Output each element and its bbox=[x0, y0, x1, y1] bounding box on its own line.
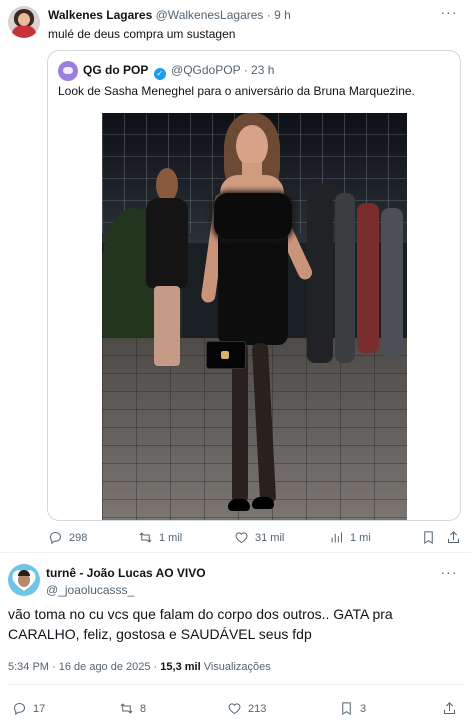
photo-main-person bbox=[200, 113, 332, 520]
like-button[interactable]: 213 bbox=[227, 701, 266, 716]
bookmark-icon bbox=[424, 531, 433, 545]
more-options-icon[interactable]: ··· bbox=[439, 564, 459, 580]
share-button[interactable] bbox=[442, 701, 457, 716]
bookmark-count: 3 bbox=[360, 702, 367, 715]
reply-icon bbox=[49, 531, 62, 545]
photo-background-person bbox=[144, 168, 190, 373]
share-icon bbox=[444, 702, 455, 714]
views-count: 1 mi bbox=[350, 531, 371, 544]
person-face bbox=[236, 125, 268, 167]
crowd-person bbox=[357, 203, 379, 353]
reply-views-count: 15,3 mil bbox=[160, 661, 201, 673]
avatar-shirt bbox=[12, 26, 36, 38]
bookmark-button[interactable] bbox=[421, 530, 436, 545]
display-name[interactable]: Walkenes Lagares bbox=[48, 8, 152, 22]
quoted-avatar[interactable] bbox=[58, 61, 78, 81]
avatar-hair bbox=[18, 570, 30, 576]
quoted-header: QG do POP ✓ @QGdoPOP · 23 h bbox=[83, 63, 274, 80]
repost-button[interactable]: 8 bbox=[119, 701, 146, 716]
quoted-photo[interactable] bbox=[102, 113, 407, 520]
reply-display-name[interactable]: turnê - João Lucas AO VIVO bbox=[46, 566, 206, 580]
tweet-header: Walkenes Lagares @WalkenesLagares · 9 h bbox=[48, 8, 291, 22]
timestamp[interactable]: 9 h bbox=[274, 8, 291, 22]
reply-button[interactable]: 298 bbox=[48, 530, 87, 545]
bg-person-legs bbox=[154, 286, 180, 366]
reply-meta: 5:34 PM · 16 de ago de 2025 · 15,3 mil V… bbox=[8, 661, 271, 673]
person-fur-top bbox=[214, 193, 292, 239]
reply-action-bar: 17 8 213 3 bbox=[12, 701, 462, 719]
analytics-icon bbox=[331, 532, 342, 543]
person-right-shoe bbox=[252, 497, 274, 509]
repost-count: 1 mil bbox=[159, 531, 183, 544]
tweet-text: mulé de deus compra um sustagen bbox=[48, 27, 236, 41]
tweet-divider bbox=[0, 552, 471, 553]
heart-icon bbox=[228, 703, 241, 715]
quoted-tweet-card[interactable]: QG do POP ✓ @QGdoPOP · 23 h Look de Sash… bbox=[47, 50, 461, 521]
share-button[interactable] bbox=[446, 530, 461, 545]
verified-badge-icon: ✓ bbox=[153, 68, 166, 80]
bookmark-button[interactable]: 3 bbox=[339, 701, 366, 716]
like-count: 31 mil bbox=[255, 531, 285, 544]
reply-timestamp[interactable]: 5:34 PM · 16 de ago de 2025 · bbox=[8, 661, 160, 673]
repost-button[interactable]: 1 mil bbox=[138, 530, 182, 545]
avatar-face bbox=[18, 13, 30, 26]
reply-handle[interactable]: @_joaolucasss_ bbox=[46, 583, 134, 597]
quoted-handle[interactable]: @QGdoPOP bbox=[171, 63, 240, 77]
bookmark-icon bbox=[342, 702, 351, 716]
reply-user-avatar[interactable] bbox=[8, 564, 40, 596]
repost-icon bbox=[120, 703, 133, 714]
bg-person-body bbox=[146, 198, 188, 288]
heart-icon bbox=[235, 532, 248, 544]
handle[interactable]: @WalkenesLagares bbox=[156, 8, 264, 22]
meta-divider bbox=[8, 684, 464, 685]
bg-person-head bbox=[156, 168, 178, 202]
reply-count: 17 bbox=[33, 702, 46, 715]
more-options-icon[interactable]: ··· bbox=[439, 4, 459, 20]
reply-button[interactable]: 17 bbox=[12, 701, 45, 716]
reply-text: vão toma no cu vcs que falam do corpo do… bbox=[8, 606, 393, 642]
person-handbag bbox=[206, 341, 246, 369]
action-bar: 298 1 mil 31 mil 1 mi bbox=[48, 530, 463, 548]
repost-count: 8 bbox=[140, 702, 147, 715]
repost-icon bbox=[139, 532, 152, 543]
quoted-text: Look de Sasha Meneghel para o aniversári… bbox=[58, 84, 415, 98]
quoting-tweet[interactable]: Walkenes Lagares @WalkenesLagares · 9 h … bbox=[0, 0, 471, 552]
quoted-display-name[interactable]: QG do POP bbox=[83, 63, 148, 77]
person-right-leg bbox=[251, 342, 277, 504]
person-dress bbox=[218, 233, 288, 345]
like-count: 213 bbox=[248, 702, 267, 715]
views-button[interactable]: 1 mi bbox=[329, 530, 371, 545]
crowd-person bbox=[381, 208, 403, 358]
quoted-separator: · bbox=[243, 63, 248, 77]
share-icon bbox=[448, 531, 459, 543]
user-avatar[interactable] bbox=[8, 6, 40, 38]
reply-views-label: Visualizações bbox=[200, 661, 271, 673]
crowd-person bbox=[335, 193, 355, 363]
person-shoulders bbox=[220, 175, 284, 195]
reply-icon bbox=[13, 702, 26, 716]
separator: · bbox=[266, 8, 271, 22]
person-left-shoe bbox=[228, 499, 250, 511]
reply-count: 298 bbox=[69, 531, 88, 544]
quoted-timestamp[interactable]: 23 h bbox=[251, 63, 274, 77]
like-button[interactable]: 31 mil bbox=[234, 530, 284, 545]
